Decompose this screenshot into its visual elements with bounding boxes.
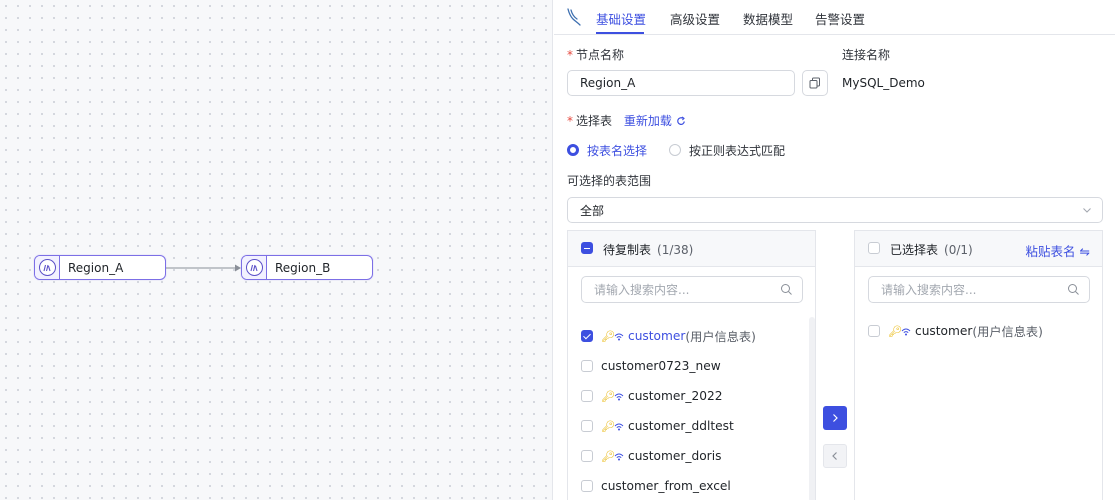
key-icon: 🔑︎ — [601, 449, 615, 463]
chevron-down-icon — [1083, 208, 1091, 213]
key-icon: 🔑︎ — [601, 329, 615, 343]
wifi-icon — [614, 333, 624, 340]
dag-canvas[interactable]: Region_A Region_B — [0, 0, 553, 500]
radio-by-name-label[interactable]: 按表名选择 — [587, 142, 647, 159]
copy-icon — [809, 77, 820, 89]
copy-button[interactable] — [802, 70, 828, 96]
table-range-select[interactable]: 全部 — [567, 197, 1103, 223]
selected-list-header: 已选择表 (0/1) 粘贴表名 ⇋ — [855, 231, 1102, 267]
table-row[interactable]: 🔑︎ customer_doris — [581, 446, 721, 466]
wifi-icon — [614, 393, 624, 400]
node-name-label: * 节点名称 — [567, 48, 625, 62]
move-right-button[interactable] — [823, 406, 847, 430]
row-checkbox[interactable] — [581, 420, 593, 432]
source-search-input[interactable]: 请输入搜索内容... — [581, 276, 803, 303]
node-region-a[interactable]: Region_A — [34, 255, 166, 280]
reload-link[interactable]: 重新加载 — [624, 114, 672, 128]
select-all-checkbox[interactable] — [581, 242, 593, 254]
source-list-title: 待复制表 — [603, 243, 652, 257]
table-row[interactable]: 🔑︎ customer_2022 — [581, 386, 723, 406]
source-table-list: 待复制表 (1/38) 请输入搜索内容... 🔑︎ customer (用户信息表)… — [567, 230, 816, 500]
move-left-button[interactable] — [823, 444, 847, 468]
table-row[interactable]: 🔑︎ customer (用户信息表) — [581, 326, 756, 346]
tab-alert-settings[interactable]: 告警设置 — [815, 9, 865, 28]
row-checkbox[interactable] — [581, 330, 593, 342]
search-icon — [1068, 284, 1079, 295]
radio-by-regex[interactable] — [669, 144, 681, 156]
row-checkbox[interactable] — [581, 480, 593, 492]
table-row[interactable]: 🔑︎ customer_ddltest — [581, 416, 734, 436]
wifi-icon — [901, 328, 911, 335]
list-scrollbar[interactable] — [809, 317, 815, 500]
key-icon: 🔑︎ — [601, 389, 615, 403]
connection-name-value: MySQL_Demo — [842, 76, 925, 90]
mysql-node-icon — [35, 256, 60, 279]
key-icon: 🔑︎ — [601, 419, 615, 433]
refresh-icon[interactable] — [676, 116, 686, 126]
table-row[interactable]: customer0723_new — [581, 356, 721, 376]
tab-bar: 基础设置 高级设置 数据模型 告警设置 — [554, 0, 1115, 35]
radio-by-regex-label[interactable]: 按正则表达式匹配 — [689, 142, 785, 159]
node-label: Region_A — [68, 260, 124, 275]
wifi-icon — [614, 453, 624, 460]
selected-table-list: 已选择表 (0/1) 粘贴表名 ⇋ 请输入搜索内容... 🔑︎ customer(… — [854, 230, 1103, 500]
node-region-b[interactable]: Region_B — [241, 255, 373, 280]
wifi-icon — [614, 423, 624, 430]
mysql-node-icon — [242, 256, 267, 279]
select-table-label: * 选择表 重新加载 — [567, 112, 686, 129]
chevron-right-icon — [833, 414, 838, 422]
source-list-count: (1/38) — [657, 243, 694, 257]
tab-advanced-settings[interactable]: 高级设置 — [670, 9, 720, 28]
paste-table-names-link[interactable]: 粘贴表名 ⇋ — [1026, 241, 1090, 260]
connection-name-label: 连接名称 — [842, 48, 891, 62]
search-icon — [781, 284, 792, 295]
node-label: Region_B — [275, 260, 331, 275]
row-checkbox[interactable] — [581, 390, 593, 402]
swap-icon: ⇋ — [1079, 244, 1090, 259]
select-all-checkbox[interactable] — [868, 242, 880, 254]
table-row[interactable]: customer_from_excel — [581, 476, 731, 496]
row-checkbox[interactable] — [868, 325, 880, 337]
table-range-label: 可选择的表范围 — [567, 174, 652, 188]
selected-list-count: (0/1) — [944, 243, 973, 257]
radio-by-name[interactable] — [567, 144, 579, 156]
row-checkbox[interactable] — [581, 360, 593, 372]
mysql-dolphin-icon — [567, 8, 581, 26]
row-checkbox[interactable] — [581, 450, 593, 462]
node-name-input[interactable]: Region_A — [567, 70, 795, 96]
tab-basic-settings[interactable]: 基础设置 — [596, 9, 646, 28]
selected-search-input[interactable]: 请输入搜索内容... — [868, 276, 1090, 303]
key-icon: 🔑︎ — [888, 324, 902, 338]
table-row[interactable]: 🔑︎ customer (用户信息表) — [868, 321, 1043, 341]
chevron-left-icon — [832, 452, 837, 460]
selected-list-title: 已选择表 — [890, 243, 939, 257]
active-tab-indicator — [596, 32, 644, 34]
edge-arrow — [166, 264, 241, 272]
tab-data-model[interactable]: 数据模型 — [743, 9, 793, 28]
node-settings-panel: 基础设置 高级设置 数据模型 告警设置 * 节点名称 Region_A 连接名称 … — [554, 0, 1115, 500]
source-list-header: 待复制表 (1/38) — [568, 231, 815, 267]
